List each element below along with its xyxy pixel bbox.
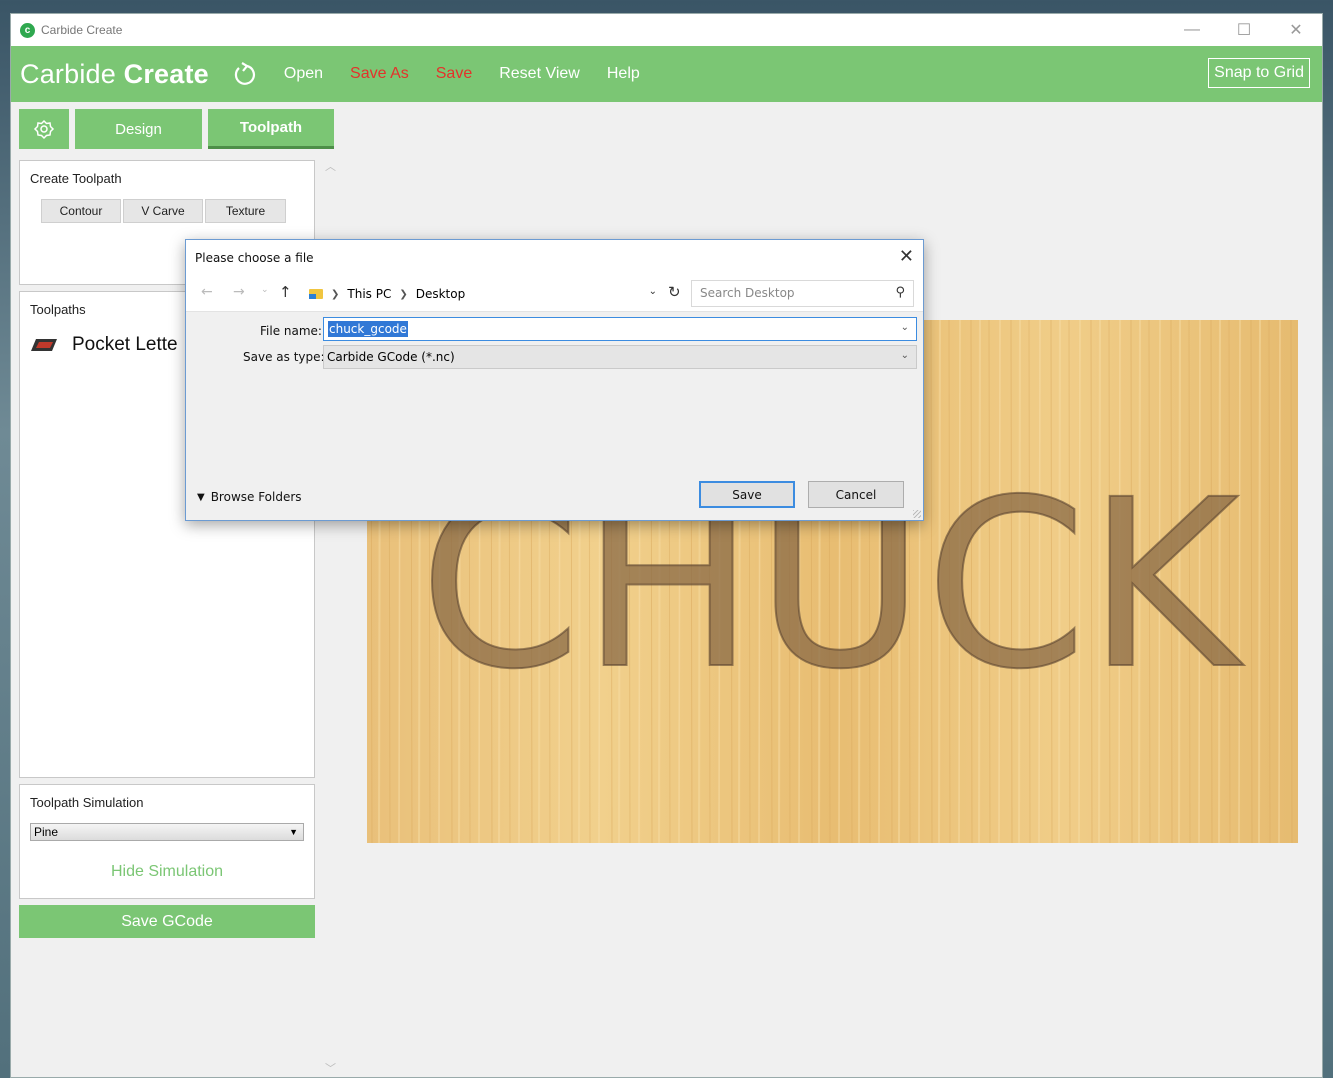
- material-select[interactable]: Pine ▼: [30, 823, 304, 841]
- forward-arrow-icon[interactable]: →: [233, 284, 245, 300]
- address-dropdown-icon[interactable]: ⌄: [649, 286, 657, 297]
- recent-locations-icon[interactable]: ⌄: [261, 285, 269, 295]
- maximize-icon[interactable]: ☐: [1218, 14, 1270, 46]
- menu-save[interactable]: Save: [436, 65, 472, 83]
- file-save-dialog: Please choose a file ✕ ← → ⌄ ↑ ❯ This PC…: [185, 239, 924, 521]
- back-arrow-icon[interactable]: ←: [201, 284, 213, 300]
- window-controls: — ☐ ✕: [1166, 14, 1322, 46]
- dialog-save-button[interactable]: Save: [699, 481, 795, 508]
- up-arrow-icon[interactable]: ↑: [279, 283, 292, 301]
- file-name-field[interactable]: chuck_gcode ⌄: [323, 317, 917, 341]
- address-bar[interactable]: ❯ This PC ❯ Desktop ⌄: [303, 281, 663, 307]
- breadcrumb-desktop[interactable]: Desktop: [416, 287, 466, 301]
- close-icon[interactable]: ✕: [1270, 14, 1322, 46]
- search-input[interactable]: [700, 286, 880, 300]
- resize-grip-icon[interactable]: [913, 510, 921, 518]
- save-type-label: Save as type:: [243, 350, 325, 364]
- save-gcode-button[interactable]: Save GCode: [19, 905, 315, 938]
- title-bar: c Carbide Create — ☐ ✕: [11, 14, 1322, 46]
- save-type-select[interactable]: Carbide GCode (*.nc) ⌄: [323, 345, 917, 369]
- menu-open[interactable]: Open: [284, 65, 323, 83]
- scroll-down-icon[interactable]: ﹀: [325, 1060, 336, 1076]
- gear-icon: [33, 119, 55, 140]
- tab-design[interactable]: Design: [75, 109, 202, 149]
- browse-folders-toggle[interactable]: ▼ Browse Folders: [197, 490, 302, 504]
- menu-save-as[interactable]: Save As: [350, 65, 409, 83]
- v-carve-button[interactable]: V Carve: [123, 199, 203, 223]
- toolpath-type-buttons: Contour V Carve Texture: [41, 199, 286, 223]
- create-toolpath-title: Create Toolpath: [30, 171, 122, 186]
- tab-toolpath[interactable]: Toolpath: [208, 109, 334, 149]
- app-window: c Carbide Create — ☐ ✕ Carbide Create Op…: [10, 13, 1323, 1078]
- material-select-value: Pine: [34, 825, 59, 839]
- brand-title: Carbide Create: [20, 58, 209, 89]
- search-box[interactable]: ⚲: [691, 280, 914, 307]
- snap-to-grid-button[interactable]: Snap to Grid: [1208, 58, 1310, 88]
- file-name-value: chuck_gcode: [328, 321, 408, 337]
- simulation-title: Toolpath Simulation: [30, 795, 144, 810]
- menu-reset-view[interactable]: Reset View: [499, 65, 580, 83]
- folder-icon: [309, 289, 323, 299]
- hide-simulation-button[interactable]: Hide Simulation: [20, 863, 314, 881]
- breadcrumb-separator-icon: ❯: [399, 288, 408, 300]
- refresh-icon[interactable]: ↻: [668, 283, 681, 301]
- dialog-cancel-button[interactable]: Cancel: [808, 481, 904, 508]
- carbide-logo-icon: c: [20, 22, 35, 38]
- dialog-close-icon[interactable]: ✕: [899, 246, 914, 267]
- breadcrumb-this-pc[interactable]: This PC: [347, 287, 391, 301]
- file-name-dropdown-icon[interactable]: ⌄: [901, 322, 909, 333]
- menu-help[interactable]: Help: [607, 65, 640, 83]
- dialog-header: Please choose a file ✕: [186, 240, 923, 276]
- texture-button[interactable]: Texture: [205, 199, 286, 223]
- browse-folders-label: Browse Folders: [210, 490, 302, 504]
- minimize-icon[interactable]: —: [1166, 14, 1218, 46]
- undo-icon[interactable]: [231, 61, 257, 87]
- mode-tabs: Design Toolpath: [19, 109, 334, 149]
- contour-button[interactable]: Contour: [41, 199, 121, 223]
- file-name-label: File name:: [260, 324, 322, 338]
- save-type-value: Carbide GCode (*.nc): [327, 350, 455, 364]
- breadcrumb-separator-icon: ❯: [331, 288, 340, 300]
- toolpath-item[interactable]: Pocket Lette: [30, 334, 178, 356]
- save-type-dropdown-icon: ⌄: [900, 350, 909, 361]
- dialog-navigation: ← → ⌄ ↑ ❯ This PC ❯ Desktop ⌄ ↻ ⚲: [186, 276, 923, 312]
- menu-bar: Carbide Create Open Save As Save Reset V…: [11, 46, 1322, 102]
- window-title: Carbide Create: [41, 23, 123, 37]
- toolpaths-title: Toolpaths: [30, 302, 86, 317]
- chevron-down-icon: ▼: [197, 491, 205, 503]
- search-icon: ⚲: [895, 285, 905, 300]
- dropdown-arrow-icon: ▼: [289, 827, 298, 837]
- dialog-title: Please choose a file: [195, 251, 314, 265]
- settings-button[interactable]: [19, 109, 69, 149]
- toolpath-simulation-panel: Toolpath Simulation Pine ▼ Hide Simulati…: [19, 784, 315, 899]
- pocket-toolpath-icon: [31, 339, 57, 351]
- toolpath-item-label: Pocket Lette: [72, 334, 178, 355]
- scroll-up-icon[interactable]: ︿: [325, 158, 336, 174]
